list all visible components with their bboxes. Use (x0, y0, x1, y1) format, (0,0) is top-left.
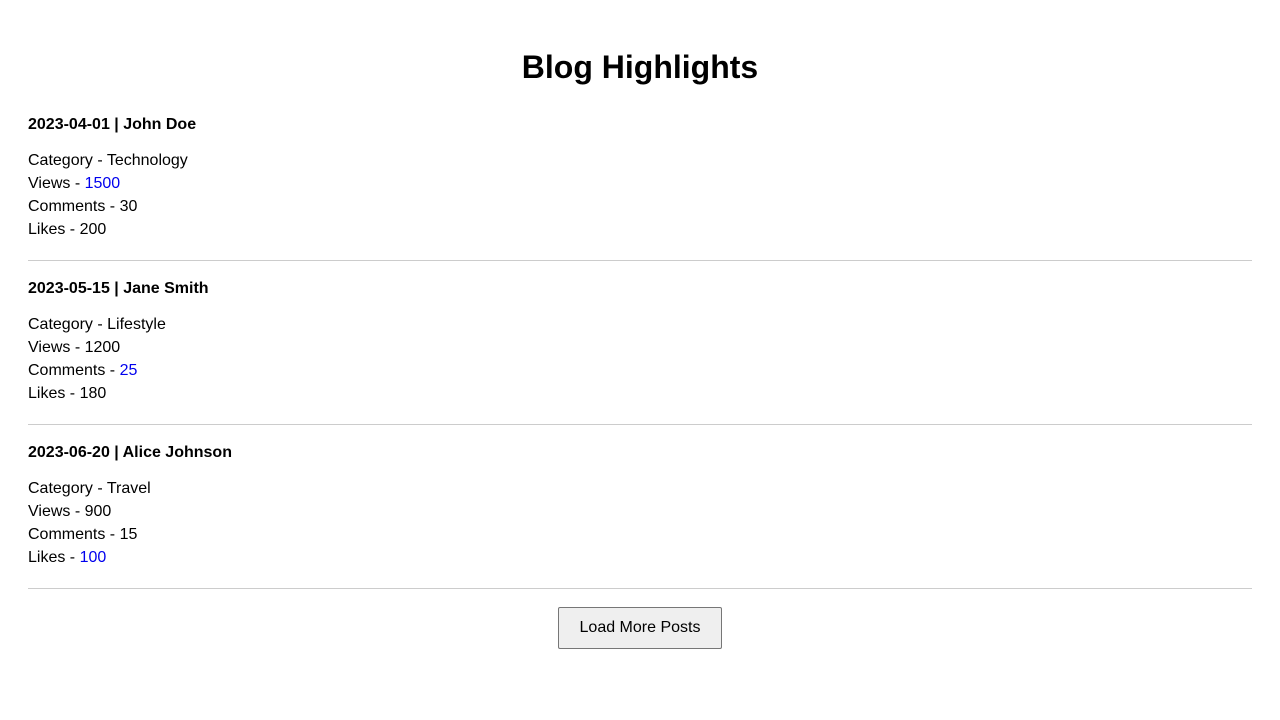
comments-label: Comments - (28, 362, 120, 379)
post-stats: Category - Technology Views - 1500 Comme… (28, 149, 1252, 241)
likes-line: Likes - 100 (28, 546, 1252, 569)
comments-label: Comments - (28, 198, 120, 215)
likes-label: Likes - (28, 549, 80, 566)
category-line: Category - Technology (28, 149, 1252, 172)
post-stats: Category - Travel Views - 900 Comments -… (28, 477, 1252, 569)
actions-bar: Load More Posts (28, 607, 1252, 649)
comments-line: Comments - 15 (28, 523, 1252, 546)
likes-value: 180 (79, 385, 107, 402)
likes-line: Likes - 180 (28, 382, 1252, 405)
likes-label: Likes - (28, 385, 80, 402)
views-line: Views - 900 (28, 500, 1252, 523)
likes-value: 200 (79, 221, 107, 238)
post-meta: 2023-04-01 | John Doe (28, 116, 197, 133)
views-line: Views - 1500 (28, 172, 1252, 195)
category-value: Technology (106, 152, 188, 169)
comments-label: Comments - (28, 526, 120, 543)
category-label: Category - (28, 152, 107, 169)
likes-label: Likes - (28, 221, 80, 238)
category-value: Lifestyle (107, 316, 166, 333)
likes-value: 100 (79, 549, 107, 566)
comments-line: Comments - 30 (28, 195, 1252, 218)
category-label: Category - (28, 316, 108, 333)
comments-line: Comments - 25 (28, 359, 1252, 382)
category-label: Category - (28, 480, 107, 497)
category-value: Travel (106, 480, 151, 497)
comments-value: 30 (119, 198, 138, 215)
post-item: 2023-05-15 | Jane Smith Category - Lifes… (28, 279, 1252, 425)
comments-value: 25 (119, 362, 138, 379)
category-line: Category - Travel (28, 477, 1252, 500)
page: Blog Highlights 2023-04-01 | John Doe Ca… (0, 0, 1280, 720)
views-value: 900 (84, 503, 112, 520)
post-meta: 2023-05-15 | Jane Smith (28, 280, 209, 297)
post-item: 2023-04-01 | John Doe Category - Technol… (28, 115, 1252, 261)
views-label: Views - (28, 339, 85, 356)
views-line: Views - 1200 (28, 336, 1252, 359)
views-value: 1500 (84, 175, 121, 192)
post-meta: 2023-06-20 | Alice Johnson (28, 444, 232, 461)
views-label: Views - (28, 175, 85, 192)
post-stats: Category - Lifestyle Views - 1200 Commen… (28, 313, 1252, 405)
page-title: Blog Highlights (521, 49, 759, 85)
load-more-button[interactable]: Load More Posts (558, 607, 722, 649)
views-value: 1200 (84, 339, 121, 356)
post-list: 2023-04-01 | John Doe Category - Technol… (28, 115, 1252, 589)
views-label: Views - (28, 503, 85, 520)
likes-line: Likes - 200 (28, 218, 1252, 241)
comments-value: 15 (119, 526, 138, 543)
category-line: Category - Lifestyle (28, 313, 1252, 336)
post-item: 2023-06-20 | Alice Johnson Category - Tr… (28, 443, 1252, 589)
